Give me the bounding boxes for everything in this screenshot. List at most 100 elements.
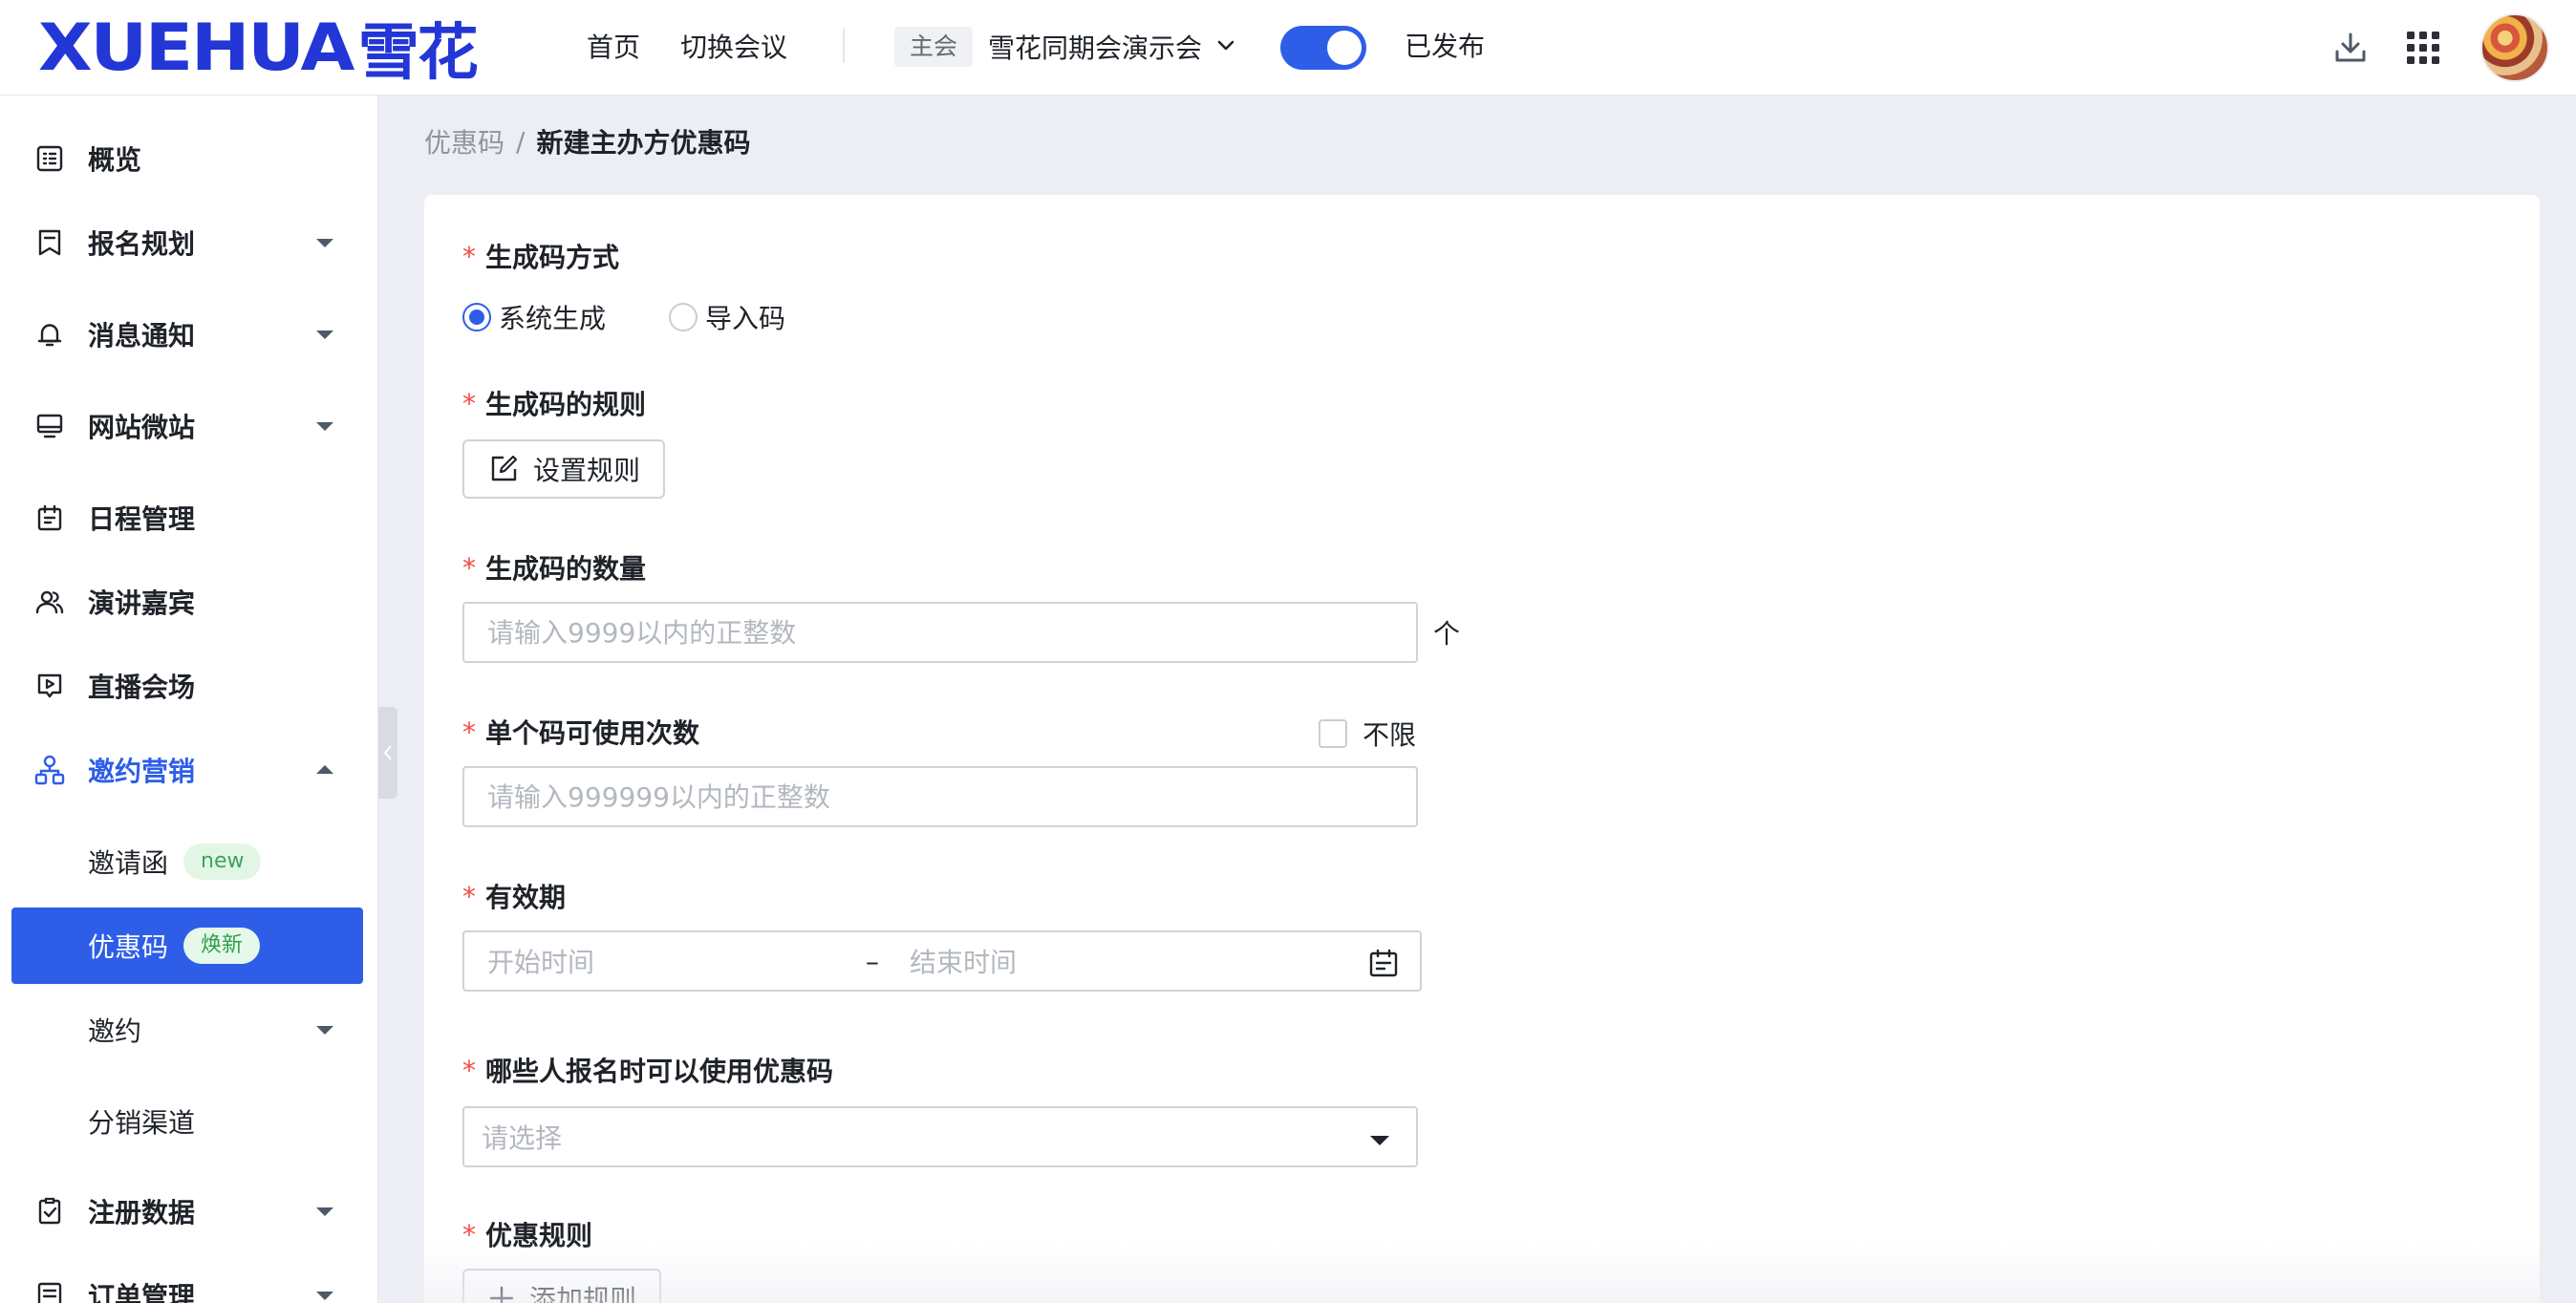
brand-logo[interactable]: XUEHUA 雪花 [38,11,479,90]
who-select-placeholder: 请选择 [482,1122,563,1154]
sidebar-item-invite-marketing[interactable]: 邀约营销 [0,741,377,799]
add-rule-button-label: 添加规则 [529,1284,637,1303]
sidebar-item-label: 演讲嘉宾 [88,587,196,619]
unlimited-checkbox[interactable]: 不限 [1319,715,1416,753]
quantity-label-text: 生成码的数量 [485,553,647,585]
who-label-text: 哪些人报名时可以使用优惠码 [485,1056,834,1087]
checkbox-box [1319,719,1347,748]
sidebar-subitem-invitation[interactable]: 邀请函 new [11,823,363,900]
plus-icon [487,1284,516,1303]
sidebar-item-label: 概览 [88,144,142,176]
nav-home-link[interactable]: 首页 [587,27,640,65]
set-rule-button-label: 设置规则 [533,455,641,486]
add-rule-button[interactable]: 添加规则 [462,1269,662,1303]
gen-method-label-text: 生成码方式 [485,242,620,273]
radio-label: 系统生成 [499,303,607,334]
download-icon[interactable] [2328,25,2373,71]
sidebar-item-label: 邀约营销 [88,756,196,787]
monitor-icon [32,409,67,443]
sidebar-item-label: 注册数据 [88,1197,196,1228]
gen-rule-label: * 生成码的规则 [462,384,646,422]
sidebar-item-registration-plan[interactable]: 报名规划 [0,214,377,271]
clipboard-check-icon [32,1194,67,1228]
radio-label: 导入码 [705,303,786,334]
sidebar-item-label: 消息通知 [88,320,196,352]
gen-method-label: * 生成码方式 [462,237,619,275]
radio-system-generate[interactable]: 系统生成 [462,298,606,336]
who-select[interactable]: 请选择 [462,1106,1418,1167]
publish-status-label: 已发布 [1405,31,1486,62]
required-mark: * [462,387,476,419]
nav-switch-meeting-link[interactable]: 切换会议 [680,27,787,65]
publish-toggle[interactable] [1280,26,1366,70]
network-icon [32,753,67,787]
uses-input[interactable] [462,766,1418,827]
caret-down-icon [313,1018,336,1041]
sidebar-item-label: 报名规划 [88,228,196,260]
unlimited-label: 不限 [1363,719,1417,751]
sidebar-item-website[interactable]: 网站微站 [0,397,377,455]
top-header: XUEHUA 雪花 首页 切换会议 主会 雪花同期会演示会 已发布 [0,0,2576,96]
sidebar-item-schedule[interactable]: 日程管理 [0,489,377,546]
required-mark: * [462,240,476,272]
calendar-icon [32,501,67,535]
validity-date-range-picker[interactable]: 开始时间 – 结束时间 [462,930,1422,992]
start-time-placeholder: 开始时间 [487,947,595,978]
set-rule-button[interactable]: 设置规则 [462,439,666,499]
users-icon [32,585,67,619]
radio-dot [669,303,698,331]
radio-import-code[interactable]: 导入码 [669,298,785,336]
date-range-separator: – [866,945,879,977]
user-avatar[interactable] [2480,13,2549,82]
caret-down-icon [313,415,336,438]
sidebar-item-live[interactable]: 直播会场 [0,657,377,715]
sidebar-item-speakers[interactable]: 演讲嘉宾 [0,573,377,630]
gen-rule-label-text: 生成码的规则 [485,389,647,420]
sidebar-item-label: 订单管理 [88,1281,196,1303]
live-icon [32,669,67,703]
caret-down-icon [313,1284,336,1303]
top-nav: 首页 切换会议 [587,27,846,65]
sidebar-collapse-handle[interactable] [378,707,397,799]
sidebar: 概览 报名规划 消息通知 网站微站 日程管理 演讲嘉宾 直播会场 邀约营销 邀请… [0,96,378,1303]
who-label: * 哪些人报名时可以使用优惠码 [462,1051,833,1089]
logo-latin-text: XUEHUA [38,10,354,86]
discount-rule-label: * 优惠规则 [462,1215,592,1253]
breadcrumb-current: 新建主办方优惠码 [536,127,751,159]
quantity-input[interactable] [462,602,1418,663]
sidebar-item-label: 网站微站 [88,412,196,443]
chevron-down-icon [1215,32,1236,63]
required-mark: * [462,551,476,584]
caret-up-icon [313,758,336,781]
apps-grid-icon[interactable] [2400,25,2446,71]
sidebar-subitem-label: 分销渠道 [88,1107,196,1139]
sidebar-subitem-invite[interactable]: 邀约 [11,992,363,1068]
sidebar-subitem-distribution[interactable]: 分销渠道 [11,1083,363,1160]
required-mark: * [462,1218,476,1250]
validity-label-text: 有效期 [485,882,567,913]
sidebar-item-overview[interactable]: 概览 [0,130,377,187]
caret-down-icon [1368,1127,1391,1150]
breadcrumb-parent-link[interactable]: 优惠码 [424,122,504,160]
validity-label: * 有效期 [462,877,566,915]
new-badge: new [183,844,262,880]
caret-down-icon [313,323,336,346]
sidebar-subitem-label: 邀请函 [88,847,169,879]
breadcrumb-separator: / [516,125,526,158]
discount-rule-label-text: 优惠规则 [485,1220,593,1251]
meeting-type-tag: 主会 [894,27,974,67]
uses-label-text: 单个码可使用次数 [485,717,700,749]
quantity-unit: 个 [1433,618,1461,650]
sidebar-subitem-coupon[interactable]: 优惠码 焕新 [11,908,363,984]
uses-label: * 单个码可使用次数 [462,713,699,751]
calendar-icon [1366,946,1401,980]
edit-icon [487,453,520,485]
sidebar-item-notifications[interactable]: 消息通知 [0,306,377,363]
sidebar-item-label: 日程管理 [88,503,196,535]
sidebar-item-registration-data[interactable]: 注册数据 [0,1183,377,1240]
required-mark: * [462,880,476,912]
sidebar-item-orders[interactable]: 订单管理 [0,1267,377,1303]
caret-down-icon [313,231,336,254]
radio-dot [462,303,491,331]
meeting-selector[interactable]: 雪花同期会演示会 [988,27,1236,67]
